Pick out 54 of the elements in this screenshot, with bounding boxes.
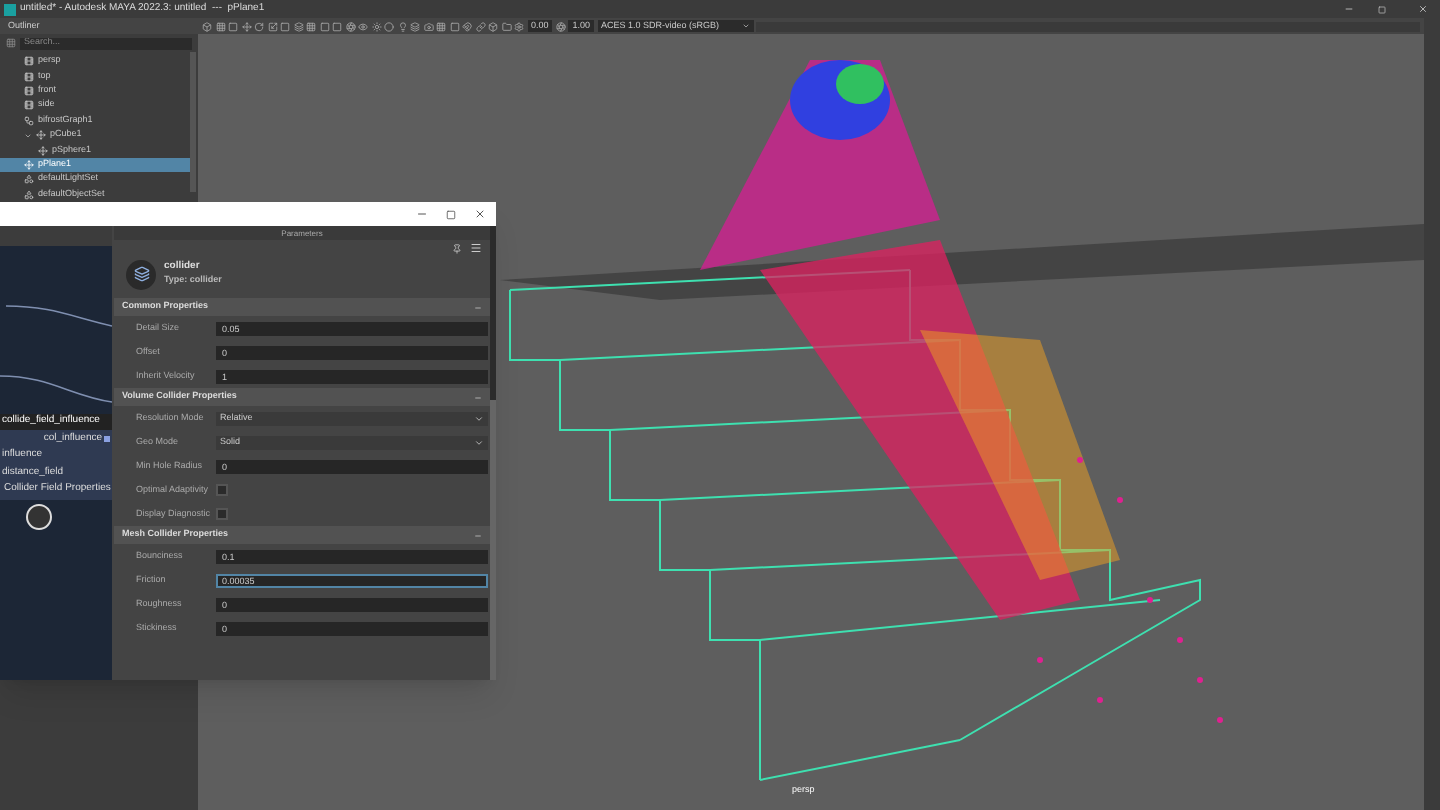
toolbar-icon[interactable] [488, 21, 498, 31]
toolbar-icon[interactable] [345, 21, 355, 31]
caret-icon [474, 437, 484, 447]
transform-icon [38, 145, 48, 156]
node-icon[interactable] [26, 503, 52, 529]
collapse-icon[interactable] [474, 531, 482, 539]
graph-icon [24, 115, 34, 126]
camera-icon [24, 85, 34, 96]
minimize-icon[interactable] [1344, 4, 1354, 14]
toolbar-icon[interactable] [436, 21, 446, 31]
pin-icon[interactable] [452, 243, 462, 253]
toolbar-icon[interactable] [397, 21, 407, 31]
set-icon [24, 174, 34, 185]
node-type-icon [126, 259, 156, 289]
grid-icon[interactable] [6, 38, 16, 48]
app-logo-icon [4, 3, 16, 15]
transform-icon [24, 159, 34, 170]
collapse-icon[interactable] [474, 303, 482, 311]
scrollbar[interactable] [490, 226, 496, 680]
toolbar-icon[interactable] [228, 21, 238, 31]
checkbox[interactable] [216, 508, 228, 520]
camera-icon [24, 56, 34, 67]
maximize-icon[interactable] [446, 209, 456, 219]
checkbox[interactable] [216, 484, 228, 496]
menu-icon[interactable] [470, 242, 482, 254]
toolbar-icon[interactable] [202, 21, 212, 31]
scrollbar[interactable] [190, 52, 196, 192]
minimize-icon[interactable] [416, 208, 428, 220]
toolbar-icon[interactable] [501, 21, 511, 31]
toolbar-icon[interactable] [384, 21, 394, 31]
toolbar-icon[interactable] [462, 21, 472, 31]
toolbar-icon[interactable] [449, 21, 459, 31]
toolbar-icon[interactable] [475, 21, 485, 31]
toolbar-icon[interactable] [241, 21, 251, 31]
toolbar-icon[interactable] [306, 21, 316, 31]
collapse-icon[interactable] [474, 393, 482, 401]
set-icon [24, 189, 34, 200]
toolbar-icon[interactable] [280, 21, 290, 31]
toolbar-icon[interactable] [423, 21, 433, 31]
toolbar-icon[interactable] [410, 21, 420, 31]
toolbar-icon[interactable] [215, 21, 225, 31]
caret-icon [474, 413, 484, 423]
gamma-icon[interactable] [555, 21, 566, 31]
toolbar-icon[interactable] [514, 21, 524, 31]
close-icon[interactable] [474, 208, 486, 220]
toolbar-icon[interactable] [358, 21, 368, 31]
camera-icon [24, 100, 34, 111]
camera-icon [24, 71, 34, 82]
toolbar-icon[interactable] [371, 21, 381, 31]
port-icon[interactable] [104, 435, 110, 442]
toolbar-icon[interactable] [267, 21, 277, 31]
toolbar-icon[interactable] [254, 21, 264, 31]
transform-icon [36, 130, 46, 141]
toolbar-icon[interactable] [293, 21, 303, 31]
